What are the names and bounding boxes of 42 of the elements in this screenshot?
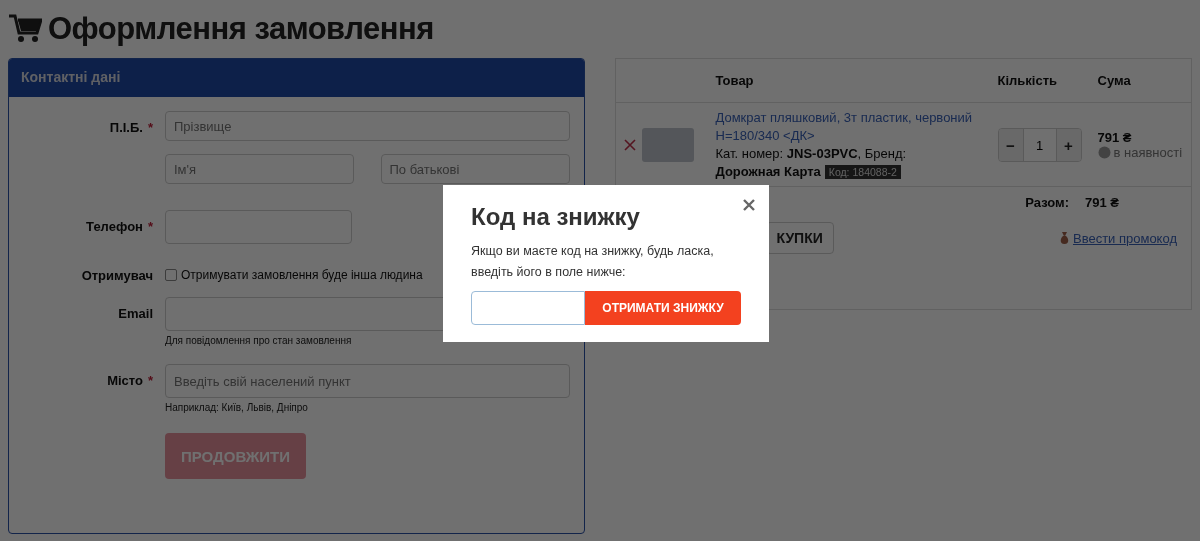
product-code: Код: 184088-2 [824,165,901,179]
card-header: Контактні дані [9,59,584,97]
column-header: Товар [715,73,755,88]
product-details: Кат. номер: JNS-03PVC, Бренд: [715,145,908,163]
field-label: Отримувач [80,267,153,283]
remove-icon[interactable] [623,139,636,151]
brand-name: Дорожная Карта [715,164,821,179]
checkbox-label: Отримувати замовлення буде інша людина [181,268,423,282]
surname-field[interactable]: Прізвище [165,111,570,141]
get-discount-button[interactable]: ОТРИМАТИ ЗНИЖКУ [585,291,741,325]
discount-code-field[interactable] [471,291,585,325]
page-title: Оформлення замовлення [48,11,434,47]
field-label: Місто * [106,372,153,388]
photo-placeholder [641,128,694,162]
field-label: П.І.Б. * [108,119,153,135]
total-label: Разом: [1025,195,1069,210]
city-field[interactable]: Введіть свій населений пункт [165,364,570,398]
dialog-title: Код на знижку [471,203,641,231]
item-price: 791 ₴ [1097,130,1133,145]
required-mark: * [147,120,153,135]
required-mark: * [147,219,153,234]
field-hint: Для повідомлення про стан замовлення [165,335,353,346]
column-header: Кількість [997,73,1058,88]
field-label: Телефон * [85,218,153,234]
checkbox[interactable] [165,269,177,281]
stock-dot-icon [1097,146,1111,159]
column-header: Сума [1097,73,1132,88]
money-bag-icon [1058,231,1070,245]
increase-button[interactable]: + [1056,129,1081,161]
stock-status: в наявності [1113,145,1183,160]
cart-icon [8,14,42,44]
field-label: Email [117,305,153,321]
promo-code-link[interactable]: Ввести промокод [1072,230,1177,246]
first-name-field[interactable]: Ім'я [165,154,354,184]
product-link[interactable]: Домкрат пляшковий, 3т пластик, червоний H=180/340 <ДК> [715,109,998,145]
quantity-value[interactable]: 1 [1022,129,1057,161]
decrease-button[interactable]: − [998,129,1023,161]
field-hint: Наприклад: Київ, Львів, Дніпро [165,402,309,413]
patronymic-field[interactable]: По батькові [380,154,570,184]
dialog-text: Якщо ви маєте код на знижку, будь ласка, введіть його в поле нижче: [471,243,715,281]
total-value: 791 ₴ [1085,195,1119,210]
required-mark: * [147,373,153,388]
